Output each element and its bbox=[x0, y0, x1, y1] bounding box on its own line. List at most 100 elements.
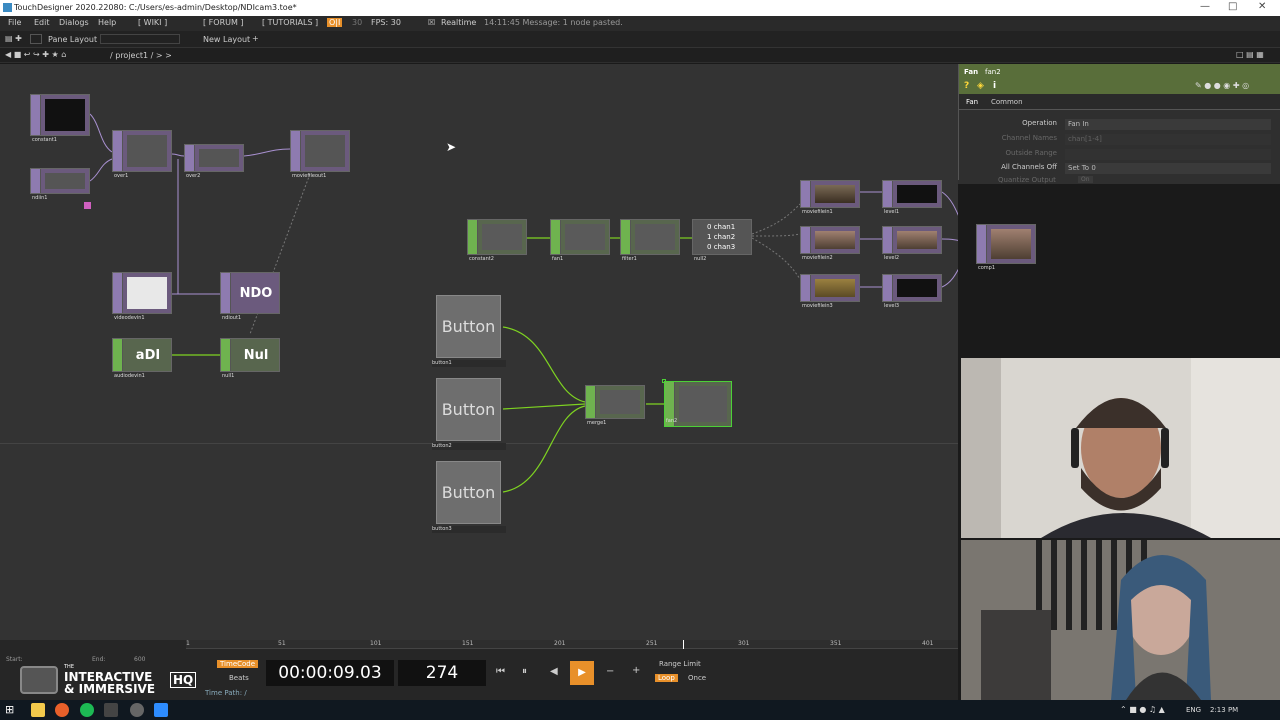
button-comp-3[interactable]: Button bbox=[436, 461, 501, 524]
tutorials-link[interactable]: [ TUTORIALS ] bbox=[262, 18, 318, 27]
step-back-icon[interactable]: − bbox=[606, 666, 614, 677]
tab-fan[interactable]: Fan bbox=[966, 98, 978, 106]
clock[interactable]: 2:13 PM bbox=[1210, 706, 1238, 714]
new-layout-button[interactable]: New Layout bbox=[203, 35, 250, 44]
panel-footer: Quantize Output On bbox=[958, 176, 1280, 184]
param-label: Channel Names bbox=[1001, 134, 1057, 142]
mouse-cursor-icon: ➤ bbox=[446, 140, 457, 154]
windows-start-icon[interactable]: ⊞ bbox=[5, 703, 19, 717]
breadcrumb[interactable]: / project1 / > > bbox=[110, 51, 172, 60]
python-icon[interactable]: ◈ bbox=[977, 81, 984, 91]
quantize-toggle[interactable]: On bbox=[1078, 176, 1093, 183]
button-comp-1[interactable]: Button bbox=[436, 295, 501, 358]
output-flag-icon[interactable] bbox=[84, 202, 91, 209]
node-label: null1 bbox=[222, 373, 235, 379]
node-label: moviefileout1 bbox=[292, 173, 327, 179]
menu-file[interactable]: File bbox=[8, 18, 21, 27]
step-forward-icon[interactable]: + bbox=[632, 665, 640, 676]
menu-help[interactable]: Help bbox=[98, 18, 116, 27]
button-comp-2[interactable]: Button bbox=[436, 378, 501, 441]
realtime-label: Realtime bbox=[441, 18, 477, 27]
play-reverse-icon[interactable]: ◀ bbox=[550, 666, 558, 677]
obs-icon[interactable] bbox=[130, 703, 144, 717]
param-operation: Operation Fan In bbox=[959, 119, 1280, 133]
webcam-image-1 bbox=[961, 358, 1280, 538]
panel-tool-icons[interactable]: ✎ ● ● ◉ ✚ ◎ bbox=[1195, 81, 1249, 90]
spotify-icon[interactable] bbox=[80, 703, 94, 717]
all-channels-off-dropdown[interactable]: Set To 0 bbox=[1065, 163, 1271, 174]
frame-display[interactable]: 274 bbox=[398, 660, 486, 686]
title-bar: TouchDesigner 2020.22080: C:/Users/es-ad… bbox=[0, 0, 1280, 16]
oi-button[interactable]: O|I bbox=[327, 18, 343, 27]
operation-dropdown[interactable]: Fan In bbox=[1065, 119, 1271, 130]
info-icon[interactable]: i bbox=[993, 81, 996, 91]
wiki-link[interactable]: [ WIKI ] bbox=[138, 18, 167, 27]
tick-label: 151 bbox=[462, 640, 474, 647]
beats-toggle[interactable]: Beats bbox=[229, 674, 249, 682]
parameter-panel: Fan fan2 ? ◈ i ✎ ● ● ◉ ✚ ◎ Fan Common Op… bbox=[958, 64, 1280, 180]
play-forward-icon[interactable]: ▶ bbox=[570, 661, 594, 685]
channel-logo: THE INTERACTIVE & IMMERSIVE HQ bbox=[20, 664, 197, 696]
firefox-icon[interactable] bbox=[55, 703, 69, 717]
range-limit-label: Range Limit bbox=[659, 660, 701, 668]
channel-names-field[interactable]: chan[1-4] bbox=[1065, 134, 1271, 145]
menu-dialogs[interactable]: Dialogs bbox=[59, 18, 89, 27]
tick-label: 351 bbox=[830, 640, 842, 647]
tab-common[interactable]: Common bbox=[991, 98, 1023, 106]
timecode-toggle[interactable]: TimeCode bbox=[217, 660, 259, 668]
maximize-icon[interactable]: □ bbox=[1228, 1, 1237, 12]
time-path: Time Path: / bbox=[205, 689, 247, 697]
logo-text: HQ bbox=[170, 672, 197, 688]
time-display[interactable]: 00:00:09.03 bbox=[266, 660, 394, 686]
node-label: filter1 bbox=[622, 256, 637, 262]
realtime-checkbox-icon[interactable]: ☒ bbox=[428, 18, 435, 27]
zoom-icon[interactable] bbox=[154, 703, 168, 717]
tick-label: 201 bbox=[554, 640, 566, 647]
pause-icon[interactable]: ⏸ bbox=[522, 666, 527, 677]
add-layout-icon[interactable]: + bbox=[252, 34, 259, 43]
rewind-icon[interactable]: ⏮ bbox=[496, 666, 505, 677]
tray-icons[interactable]: ⌃ ■ ● ♫ ▲ bbox=[1120, 705, 1165, 714]
logo-text: & IMMERSIVE bbox=[64, 682, 156, 696]
nav-icons[interactable]: ◀ ■ ↩ ↪ ✚ ★ ⌂ bbox=[5, 50, 66, 59]
channel-name: chan3 bbox=[713, 243, 736, 251]
split-icon[interactable] bbox=[30, 34, 42, 44]
menu-edit[interactable]: Edit bbox=[34, 18, 50, 27]
timeline-ruler[interactable]: 1 51 101 151 201 251 301 351 401 bbox=[186, 640, 958, 649]
forum-link[interactable]: [ FORUM ] bbox=[203, 18, 244, 27]
minimize-icon[interactable]: — bbox=[1200, 1, 1210, 12]
start-label: Start: bbox=[6, 656, 23, 663]
tick-label: 101 bbox=[370, 640, 382, 647]
file-explorer-icon[interactable] bbox=[31, 703, 45, 717]
pane-icons[interactable]: ▤ ✚ bbox=[5, 34, 22, 43]
timeline-panel: 1 51 101 151 201 251 301 351 401 Start: … bbox=[0, 640, 958, 700]
param-label: Outside Range bbox=[1005, 149, 1057, 157]
fps-display: FPS: 30 bbox=[371, 18, 401, 27]
node-label: button2 bbox=[432, 443, 506, 450]
help-icon[interactable]: ? bbox=[964, 81, 969, 91]
panel-header: Fan fan2 bbox=[959, 64, 1280, 80]
tick-label: 51 bbox=[278, 640, 286, 647]
param-label: Operation bbox=[1022, 119, 1057, 127]
playhead[interactable] bbox=[683, 640, 684, 649]
once-toggle[interactable]: Once bbox=[688, 674, 706, 682]
touchdesigner-icon[interactable] bbox=[104, 703, 118, 717]
layout-presets[interactable] bbox=[100, 34, 180, 44]
node-label: comp1 bbox=[978, 265, 996, 271]
menu-bar: File Edit Dialogs Help [ WIKI ] [ FORUM … bbox=[0, 16, 1280, 31]
param-label: Quantize Output bbox=[998, 176, 1056, 184]
outside-range-dropdown[interactable] bbox=[1065, 149, 1271, 160]
loop-toggle[interactable]: Loop bbox=[655, 674, 678, 682]
network-editor[interactable]: constant1 ndiin1 over1 over2 moviefileou… bbox=[0, 64, 958, 640]
status-message: 14:11:45 Message: 1 node pasted. bbox=[484, 18, 623, 27]
op-name[interactable]: fan2 bbox=[985, 68, 1001, 76]
param-outside-range: Outside Range bbox=[959, 149, 1280, 163]
node-label: ndiout1 bbox=[222, 315, 242, 321]
close-icon[interactable]: ✕ bbox=[1258, 1, 1266, 12]
app-icon bbox=[3, 3, 12, 12]
view-icons[interactable]: □ ▤ ▦ bbox=[1236, 50, 1264, 59]
panel-tabs: Fan Common bbox=[959, 94, 1280, 110]
channel-list: 0 chan1 1 chan2 0 chan3 bbox=[707, 223, 736, 251]
language-indicator[interactable]: ENG bbox=[1186, 706, 1201, 714]
node-label: moviefilein2 bbox=[802, 255, 833, 261]
